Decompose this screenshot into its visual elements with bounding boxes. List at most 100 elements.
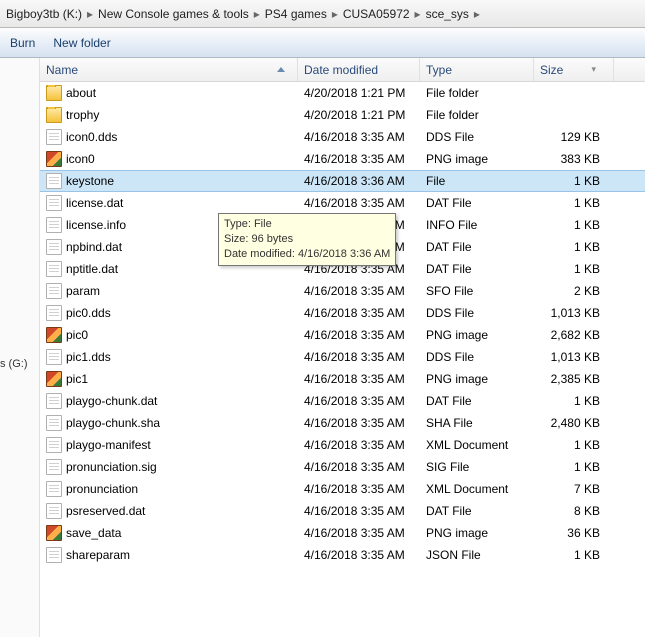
table-row[interactable]: playgo-chunk.sha4/16/2018 3:35 AMSHA Fil…: [40, 412, 645, 434]
cell-type: PNG image: [420, 152, 534, 166]
table-row[interactable]: about4/20/2018 1:21 PMFile folder: [40, 82, 645, 104]
header-name[interactable]: Name: [40, 58, 298, 81]
cell-type: DAT File: [420, 240, 534, 254]
cell-date: 4/16/2018 3:36 AM: [298, 174, 420, 188]
file-icon: [46, 129, 62, 145]
header-type[interactable]: Type: [420, 58, 534, 81]
cell-size: 1 KB: [534, 438, 614, 452]
file-icon: [46, 459, 62, 475]
table-row[interactable]: pronunciation.sig4/16/2018 3:35 AMSIG Fi…: [40, 456, 645, 478]
nav-pane[interactable]: s (G:): [0, 58, 40, 637]
breadcrumb-segment[interactable]: New Console games & tools: [98, 7, 249, 21]
table-row[interactable]: pic14/16/2018 3:35 AMPNG image2,385 KB: [40, 368, 645, 390]
cell-type: DAT File: [420, 262, 534, 276]
table-row[interactable]: trophy4/20/2018 1:21 PMFile folder: [40, 104, 645, 126]
file-name: playgo-chunk.sha: [66, 416, 160, 430]
file-icon: [46, 239, 62, 255]
table-row[interactable]: psreserved.dat4/16/2018 3:35 AMDAT File8…: [40, 500, 645, 522]
table-row[interactable]: keystone4/16/2018 3:36 AMFile1 KB: [40, 170, 645, 192]
cell-date: 4/16/2018 3:35 AM: [298, 504, 420, 518]
cell-type: PNG image: [420, 526, 534, 540]
tooltip-type: Type: File: [224, 217, 390, 232]
file-icon: [46, 393, 62, 409]
cell-date: 4/16/2018 3:35 AM: [298, 460, 420, 474]
tooltip-size: Size: 96 bytes: [224, 232, 390, 247]
header-size[interactable]: Size▾: [534, 58, 614, 81]
cell-name[interactable]: about: [40, 85, 298, 101]
cell-size: 1 KB: [534, 548, 614, 562]
cell-name[interactable]: pic0: [40, 327, 298, 343]
cell-type: SIG File: [420, 460, 534, 474]
table-row[interactable]: shareparam4/16/2018 3:35 AMJSON File1 KB: [40, 544, 645, 566]
cell-size: 1 KB: [534, 174, 614, 188]
file-icon: [46, 503, 62, 519]
breadcrumb[interactable]: Bigboy3tb (K:)▸New Console games & tools…: [0, 0, 645, 28]
table-row[interactable]: icon0.dds4/16/2018 3:35 AMDDS File129 KB: [40, 126, 645, 148]
table-row[interactable]: icon04/16/2018 3:35 AMPNG image383 KB: [40, 148, 645, 170]
cell-name[interactable]: icon0: [40, 151, 298, 167]
cell-name[interactable]: playgo-chunk.sha: [40, 415, 298, 431]
cell-size: 1 KB: [534, 262, 614, 276]
table-row[interactable]: pic04/16/2018 3:35 AMPNG image2,682 KB: [40, 324, 645, 346]
cell-date: 4/16/2018 3:35 AM: [298, 526, 420, 540]
table-row[interactable]: param4/16/2018 3:35 AMSFO File2 KB: [40, 280, 645, 302]
breadcrumb-segment[interactable]: sce_sys: [426, 7, 469, 21]
file-name: playgo-chunk.dat: [66, 394, 157, 408]
cell-name[interactable]: pic1: [40, 371, 298, 387]
cell-name[interactable]: keystone: [40, 173, 298, 189]
cell-size: 1,013 KB: [534, 350, 614, 364]
cell-size: 2,480 KB: [534, 416, 614, 430]
chevron-right-icon[interactable]: ▸: [469, 4, 485, 24]
cell-name[interactable]: pic0.dds: [40, 305, 298, 321]
cell-name[interactable]: psreserved.dat: [40, 503, 298, 519]
cell-type: SHA File: [420, 416, 534, 430]
cell-name[interactable]: icon0.dds: [40, 129, 298, 145]
breadcrumb-segment[interactable]: CUSA05972: [343, 7, 410, 21]
cell-size: 1 KB: [534, 240, 614, 254]
chevron-right-icon[interactable]: ▸: [249, 4, 265, 24]
table-row[interactable]: playgo-manifest4/16/2018 3:35 AMXML Docu…: [40, 434, 645, 456]
img-icon: [46, 525, 62, 541]
cell-name[interactable]: pic1.dds: [40, 349, 298, 365]
table-row[interactable]: pic1.dds4/16/2018 3:35 AMDDS File1,013 K…: [40, 346, 645, 368]
cell-date: 4/16/2018 3:35 AM: [298, 328, 420, 342]
cell-type: File: [420, 174, 534, 188]
cell-date: 4/16/2018 3:35 AM: [298, 130, 420, 144]
file-icon: [46, 547, 62, 563]
file-icon: [46, 481, 62, 497]
table-row[interactable]: playgo-chunk.dat4/16/2018 3:35 AMDAT Fil…: [40, 390, 645, 412]
chevron-right-icon[interactable]: ▸: [410, 4, 426, 24]
breadcrumb-segment[interactable]: PS4 games: [265, 7, 327, 21]
cell-name[interactable]: trophy: [40, 107, 298, 123]
header-date-modified[interactable]: Date modified: [298, 58, 420, 81]
table-row[interactable]: save_data4/16/2018 3:35 AMPNG image36 KB: [40, 522, 645, 544]
cell-name[interactable]: shareparam: [40, 547, 298, 563]
file-name: icon0.dds: [66, 130, 117, 144]
chevron-right-icon[interactable]: ▸: [82, 4, 98, 24]
new-folder-button[interactable]: New folder: [53, 36, 110, 50]
cell-name[interactable]: playgo-chunk.dat: [40, 393, 298, 409]
breadcrumb-segment[interactable]: Bigboy3tb (K:): [6, 7, 82, 21]
cell-name[interactable]: pronunciation.sig: [40, 459, 298, 475]
file-icon: [46, 217, 62, 233]
chevron-right-icon[interactable]: ▸: [327, 4, 343, 24]
cell-size: 1 KB: [534, 460, 614, 474]
cell-name[interactable]: playgo-manifest: [40, 437, 298, 453]
table-row[interactable]: pronunciation4/16/2018 3:35 AMXML Docume…: [40, 478, 645, 500]
cell-name[interactable]: pronunciation: [40, 481, 298, 497]
table-row[interactable]: pic0.dds4/16/2018 3:35 AMDDS File1,013 K…: [40, 302, 645, 324]
cell-name[interactable]: license.dat: [40, 195, 298, 211]
cell-type: XML Document: [420, 438, 534, 452]
burn-button[interactable]: Burn: [10, 36, 35, 50]
cell-date: 4/16/2018 3:35 AM: [298, 284, 420, 298]
column-headers: Name Date modified Type Size▾: [40, 58, 645, 82]
file-name: license.dat: [66, 196, 123, 210]
cell-name[interactable]: save_data: [40, 525, 298, 541]
tree-item[interactable]: s (G:): [0, 358, 28, 370]
tooltip-date: Date modified: 4/16/2018 3:36 AM: [224, 247, 390, 262]
cell-name[interactable]: param: [40, 283, 298, 299]
table-row[interactable]: license.dat4/16/2018 3:35 AMDAT File1 KB: [40, 192, 645, 214]
file-name: param: [66, 284, 100, 298]
cell-type: SFO File: [420, 284, 534, 298]
cell-date: 4/16/2018 3:35 AM: [298, 372, 420, 386]
